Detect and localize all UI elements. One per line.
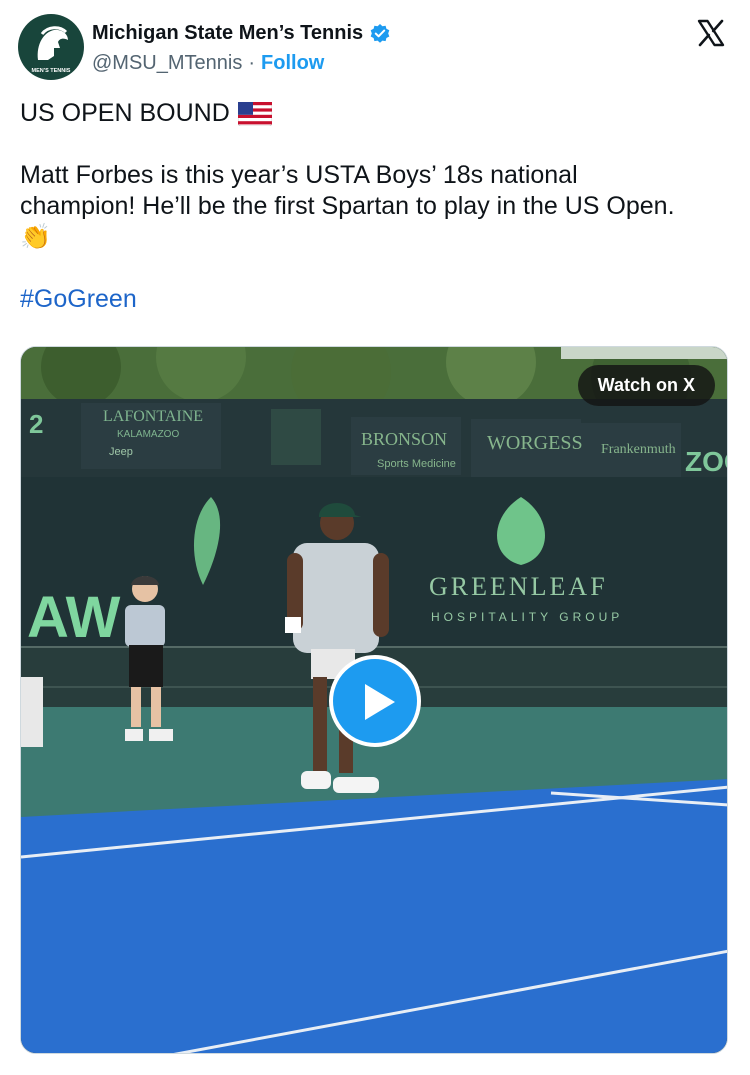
handle[interactable]: @MSU_MTennis: [92, 52, 242, 75]
banner-text: LAFONTAINE: [103, 408, 203, 425]
watch-on-x-button[interactable]: Watch on X: [577, 365, 715, 406]
banner-text: WORGESS: [487, 432, 583, 454]
video-player[interactable]: LAFONTAINE KALAMAZOO Jeep 2 BRONSON Spor…: [20, 346, 728, 1054]
spartan-logo-icon: MEN'S TENNIS: [32, 26, 71, 74]
handle-row: @MSU_MTennis · Follow: [92, 52, 324, 75]
clapping-hands-icon: 👏: [20, 223, 52, 251]
hashtag-link[interactable]: #GoGreen: [20, 284, 732, 315]
avatar[interactable]: MEN'S TENNIS: [18, 14, 84, 80]
separator: ·: [248, 52, 256, 74]
banner-text: Sports Medicine: [377, 458, 456, 470]
banner-text: HOSPITALITY GROUP: [431, 610, 623, 624]
tweet-header: MEN'S TENNIS Michigan State Men’s Tennis…: [18, 14, 732, 82]
banner-text: 2: [29, 409, 43, 439]
follow-button[interactable]: Follow: [261, 52, 324, 75]
tweet-line-1: US OPEN BOUND: [20, 98, 732, 129]
banner-text: ZOO: [685, 446, 728, 477]
tweet-text: US OPEN BOUND Matt Forbes is this year’s…: [20, 98, 732, 315]
avatar-lettering: MEN'S TENNIS: [32, 68, 71, 74]
banner-text: Frankenmuth: [601, 442, 676, 457]
play-icon: [365, 684, 395, 720]
tweet-headline: US OPEN BOUND: [20, 99, 230, 127]
banner-text: Jeep: [109, 446, 133, 458]
banner-text: KALAMAZOO: [117, 429, 179, 440]
verified-badge-icon: [370, 23, 390, 43]
banner-text: GREENLEAF: [429, 572, 608, 601]
tweet-line-2: Matt Forbes is this year’s USTA Boys’ 18…: [20, 161, 578, 189]
banner-text: BRONSON: [361, 429, 447, 449]
x-logo-icon[interactable]: [696, 18, 726, 48]
name-row: Michigan State Men’s Tennis: [92, 22, 391, 45]
tweet-line-3: champion! He’ll be the first Spartan to …: [20, 192, 675, 220]
us-flag-icon: [237, 102, 272, 127]
play-button[interactable]: [329, 655, 421, 747]
banner-text: AW: [27, 585, 121, 650]
display-name[interactable]: Michigan State Men’s Tennis: [92, 22, 363, 45]
